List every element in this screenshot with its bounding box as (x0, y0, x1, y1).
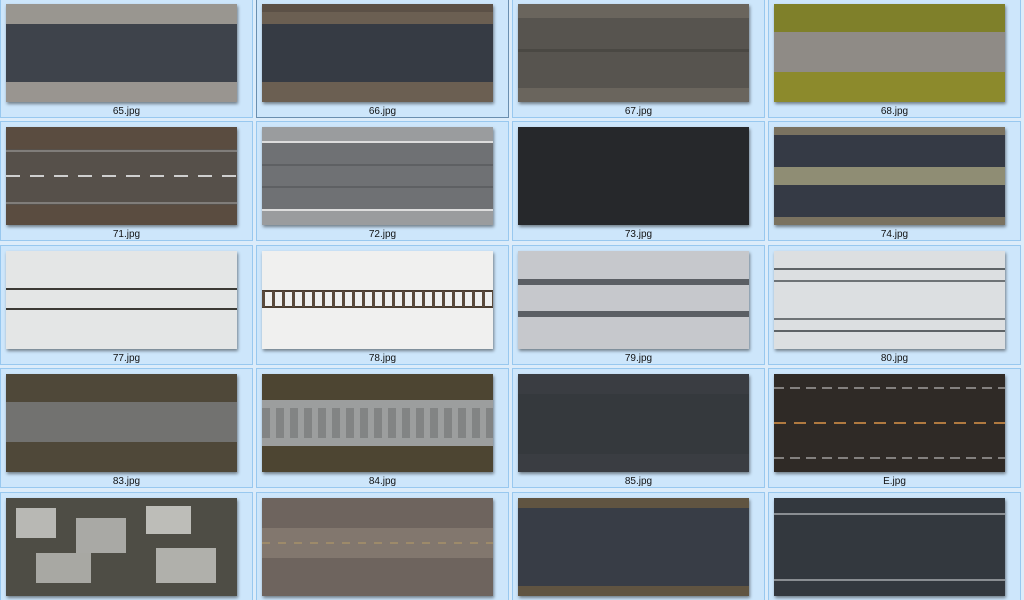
texture-thumbnail (518, 374, 749, 472)
file-item[interactable]: 72.jpg (256, 121, 509, 241)
thumbnail-grid: 65.jpg 66.jpg 67.jpg 68.jpg 71.jpg 72.jp… (0, 0, 1024, 600)
file-item[interactable]: 85.jpg (512, 368, 765, 488)
texture-thumbnail (518, 127, 749, 225)
file-item[interactable]: 77.jpg (0, 245, 253, 365)
file-name: 77.jpg (112, 353, 141, 364)
file-item[interactable]: 78.jpg (256, 245, 509, 365)
file-name: 80.jpg (880, 353, 909, 364)
file-item[interactable]: 80.jpg (768, 245, 1021, 365)
file-name: 85.jpg (624, 476, 653, 487)
file-name: 78.jpg (368, 353, 397, 364)
texture-thumbnail (6, 251, 237, 349)
texture-thumbnail (262, 4, 493, 102)
file-item[interactable] (768, 492, 1021, 600)
texture-thumbnail (6, 4, 237, 102)
file-item[interactable]: 84.jpg (256, 368, 509, 488)
texture-thumbnail (774, 4, 1005, 102)
texture-thumbnail (518, 4, 749, 102)
texture-thumbnail (774, 251, 1005, 349)
file-name: 71.jpg (112, 229, 141, 240)
texture-thumbnail (774, 498, 1005, 596)
texture-thumbnail (774, 374, 1005, 472)
file-name: E.jpg (883, 476, 906, 487)
texture-thumbnail (6, 498, 237, 596)
file-item[interactable]: 73.jpg (512, 121, 765, 241)
file-name: 79.jpg (624, 353, 653, 364)
file-item[interactable] (256, 492, 509, 600)
file-name: 67.jpg (624, 106, 653, 117)
texture-thumbnail (262, 374, 493, 472)
file-item[interactable]: 65.jpg (0, 0, 253, 118)
texture-thumbnail (518, 251, 749, 349)
file-item[interactable]: 67.jpg (512, 0, 765, 118)
texture-thumbnail (774, 127, 1005, 225)
texture-thumbnail (262, 498, 493, 596)
file-name: 68.jpg (880, 106, 909, 117)
file-item[interactable]: 71.jpg (0, 121, 253, 241)
file-item[interactable]: 79.jpg (512, 245, 765, 365)
texture-thumbnail (518, 498, 749, 596)
file-item[interactable] (0, 492, 253, 600)
texture-thumbnail (6, 127, 237, 225)
file-item[interactable]: 66.jpg (256, 0, 509, 118)
file-name: 66.jpg (368, 106, 397, 117)
file-name: 72.jpg (368, 229, 397, 240)
texture-thumbnail (262, 127, 493, 225)
file-item[interactable]: 83.jpg (0, 368, 253, 488)
file-name: 84.jpg (368, 476, 397, 487)
texture-thumbnail (6, 374, 237, 472)
file-name: 65.jpg (112, 106, 141, 117)
file-name: 74.jpg (880, 229, 909, 240)
file-item[interactable]: E.jpg (768, 368, 1021, 488)
file-item[interactable]: 74.jpg (768, 121, 1021, 241)
file-item[interactable]: 68.jpg (768, 0, 1021, 118)
file-item[interactable] (512, 492, 765, 600)
file-name: 83.jpg (112, 476, 141, 487)
file-name: 73.jpg (624, 229, 653, 240)
texture-thumbnail (262, 251, 493, 349)
